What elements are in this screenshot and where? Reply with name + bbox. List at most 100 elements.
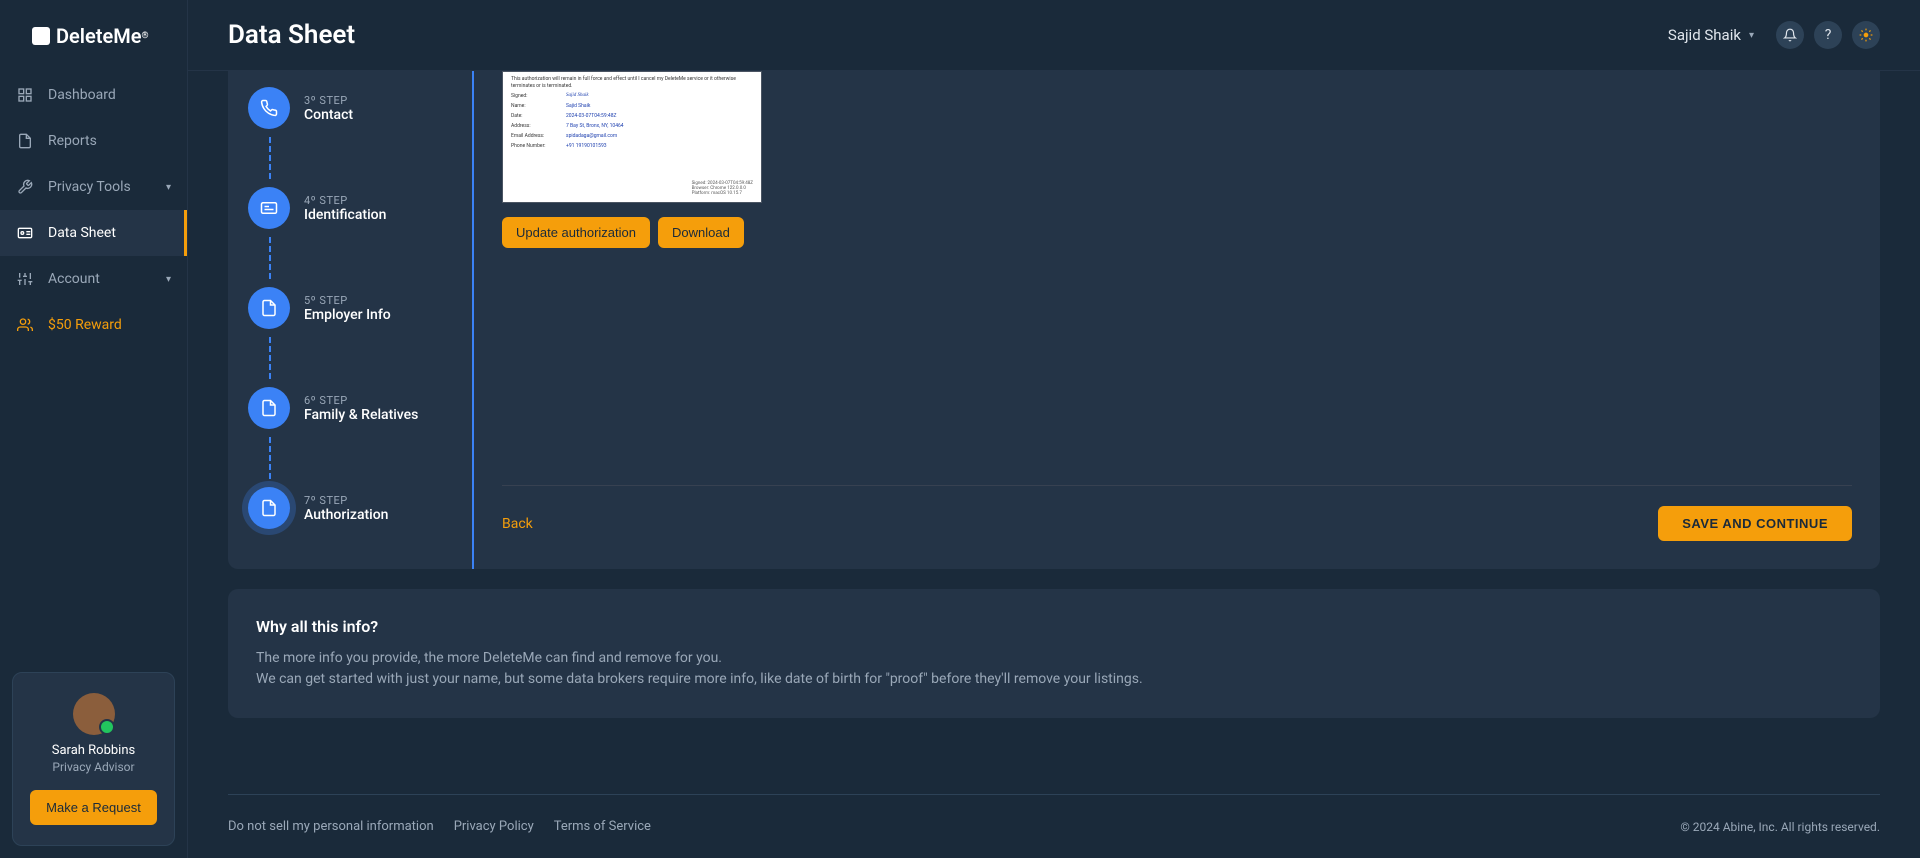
save-continue-button[interactable]: SAVE AND CONTINUE: [1658, 506, 1852, 541]
theme-toggle-button[interactable]: [1852, 21, 1880, 49]
authorization-document-preview: This authorization will remain in full f…: [502, 71, 762, 203]
topbar-right: Sajid Shaik ▾ ?: [1668, 21, 1880, 49]
update-authorization-button[interactable]: Update authorization: [502, 217, 650, 248]
brand-logo: DeleteMe®: [0, 0, 187, 72]
doc-footer: Signed: 2024-03-07T04:59:48Z Browser: Ch…: [692, 181, 753, 196]
copyright: © 2024 Abine, Inc. All rights reserved.: [1680, 820, 1880, 834]
content-area: 3º STEP Contact 4º STEP Identification: [188, 71, 1920, 858]
advisor-role: Privacy Advisor: [25, 760, 162, 774]
advisor-name: Sarah Robbins: [25, 743, 162, 758]
doc-name-label: Name:: [511, 103, 566, 109]
footer-link-do-not-sell[interactable]: Do not sell my personal information: [228, 819, 434, 834]
doc-date-label: Date:: [511, 113, 566, 119]
download-button[interactable]: Download: [658, 217, 744, 248]
users-icon: [16, 316, 34, 334]
step-title: Employer Info: [304, 307, 391, 323]
grid-icon: [16, 86, 34, 104]
document-icon: [248, 287, 290, 329]
sidebar-item-data-sheet[interactable]: Data Sheet: [0, 210, 187, 256]
sidebar-item-label: Privacy Tools: [48, 179, 131, 195]
back-link[interactable]: Back: [502, 516, 533, 532]
sidebar-item-reports[interactable]: Reports: [0, 118, 187, 164]
bell-icon: [1783, 28, 1797, 42]
sidebar-item-label: $50 Reward: [48, 317, 122, 333]
make-request-button[interactable]: Make a Request: [30, 790, 157, 825]
step-title: Family & Relatives: [304, 407, 418, 423]
document-icon: [248, 387, 290, 429]
step-identification[interactable]: 4º STEP Identification: [228, 179, 472, 237]
id-card-icon: [16, 224, 34, 242]
info-title: Why all this info?: [256, 617, 1852, 636]
step-employer-info[interactable]: 5º STEP Employer Info: [228, 279, 472, 337]
sidebar-item-label: Account: [48, 271, 100, 287]
file-icon: [16, 132, 34, 150]
sliders-icon: [16, 270, 34, 288]
step-family-relatives[interactable]: 6º STEP Family & Relatives: [228, 379, 472, 437]
doc-name-value: Sajid Shaik: [566, 103, 590, 109]
step-authorization[interactable]: 7º STEP Authorization: [228, 479, 472, 537]
page-footer: Do not sell my personal information Priv…: [228, 794, 1880, 834]
doc-phone-label: Phone Number:: [511, 143, 566, 149]
sidebar-item-dashboard[interactable]: Dashboard: [0, 72, 187, 118]
doc-phone-value: +91 19190101593: [566, 143, 607, 149]
data-sheet-panel: 3º STEP Contact 4º STEP Identification: [228, 71, 1880, 569]
step-number: 3º STEP: [304, 94, 353, 107]
sidebar-item-label: Dashboard: [48, 87, 116, 103]
step-title: Identification: [304, 207, 386, 223]
help-button[interactable]: ?: [1814, 21, 1842, 49]
main: Data Sheet Sajid Shaik ▾ ?: [188, 0, 1920, 858]
brand-name: DeleteMe: [56, 24, 142, 48]
doc-email-label: Email Address:: [511, 133, 566, 139]
id-icon: [248, 187, 290, 229]
sidebar-item-label: Reports: [48, 133, 97, 149]
logo-icon: [32, 27, 50, 45]
main-nav: Dashboard Reports Privacy Tools ▾ Data: [0, 72, 187, 660]
sidebar-item-label: Data Sheet: [48, 225, 116, 241]
step-contact[interactable]: 3º STEP Contact: [228, 79, 472, 137]
doc-address-value: 7 Bay St, Bronx, NY, 10464: [566, 123, 624, 129]
footer-links: Do not sell my personal information Priv…: [228, 819, 651, 834]
step-title: Authorization: [304, 507, 388, 523]
doc-signed-label: Signed:: [511, 93, 566, 99]
step-number: 7º STEP: [304, 494, 388, 507]
step-number: 4º STEP: [304, 194, 386, 207]
phone-icon: [248, 87, 290, 129]
sidebar-item-privacy-tools[interactable]: Privacy Tools ▾: [0, 164, 187, 210]
info-panel: Why all this info? The more info you pro…: [228, 589, 1880, 718]
document-icon: [248, 487, 290, 529]
doc-email-value: spidadaga@gmail.com: [566, 133, 617, 139]
chevron-down-icon: ▾: [1749, 30, 1754, 41]
page-title: Data Sheet: [228, 20, 355, 50]
sun-icon: [1859, 28, 1873, 42]
sidebar: DeleteMe® Dashboard Reports Privacy Tool…: [0, 0, 188, 858]
sidebar-item-reward[interactable]: $50 Reward: [0, 302, 187, 348]
steps-column: 3º STEP Contact 4º STEP Identification: [228, 71, 474, 569]
chevron-down-icon: ▾: [166, 274, 171, 285]
notifications-button[interactable]: [1776, 21, 1804, 49]
step-number: 6º STEP: [304, 394, 418, 407]
doc-signed-value: Sajid Shaik: [566, 93, 589, 99]
wrench-icon: [16, 178, 34, 196]
question-icon: ?: [1825, 27, 1832, 43]
user-name: Sajid Shaik: [1668, 26, 1741, 44]
doc-footer-platform: Platform: macOS 10.15.7: [692, 191, 753, 196]
sidebar-item-account[interactable]: Account ▾: [0, 256, 187, 302]
step-title: Contact: [304, 107, 353, 123]
advisor-card: Sarah Robbins Privacy Advisor Make a Req…: [12, 672, 175, 846]
chevron-down-icon: ▾: [166, 182, 171, 193]
step-number: 5º STEP: [304, 294, 391, 307]
authorization-form: This authorization will remain in full f…: [474, 71, 1880, 569]
advisor-avatar: [73, 693, 115, 735]
user-menu[interactable]: Sajid Shaik ▾: [1668, 26, 1754, 44]
topbar: Data Sheet Sajid Shaik ▾ ?: [188, 0, 1920, 71]
doc-actions: Update authorization Download: [502, 217, 1852, 248]
footer-link-privacy-policy[interactable]: Privacy Policy: [454, 819, 534, 834]
doc-address-label: Address:: [511, 123, 566, 129]
info-line2: We can get started with just your name, …: [256, 669, 1852, 690]
footer-link-terms[interactable]: Terms of Service: [554, 819, 651, 834]
info-body: The more info you provide, the more Dele…: [256, 648, 1852, 690]
doc-date-value: 2024-03-07T04:59:48Z: [566, 113, 617, 119]
info-line1: The more info you provide, the more Dele…: [256, 648, 1852, 669]
form-footer: Back SAVE AND CONTINUE: [502, 485, 1852, 541]
doc-intro: This authorization will remain in full f…: [511, 76, 753, 89]
